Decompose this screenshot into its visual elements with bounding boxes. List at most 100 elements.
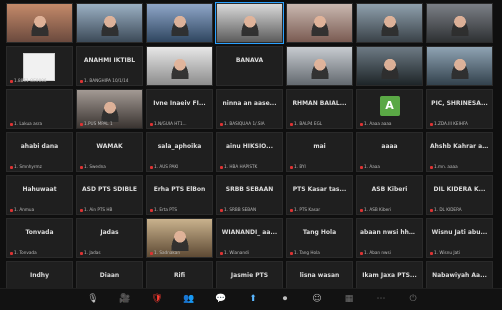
participant-tile[interactable]: Tang Hola 1. Tang Hola xyxy=(286,218,353,258)
mute-icon: 🎙 xyxy=(87,293,99,304)
participant-tile[interactable]: 1. Sadnakan xyxy=(146,218,213,258)
chat-icon: 💬 xyxy=(215,293,227,304)
participant-label: 1. Swedna xyxy=(80,164,140,169)
chat-button[interactable]: 💬 xyxy=(214,292,228,306)
muted-mic-icon xyxy=(360,165,363,169)
participant-tile[interactable]: WAMAK 1. Swedna xyxy=(76,132,143,172)
participant-name-text: 1. Wianandi xyxy=(224,250,249,255)
participant-video xyxy=(308,14,331,36)
participants-button[interactable]: 👥 xyxy=(182,292,196,306)
muted-mic-icon xyxy=(80,122,83,126)
participant-tile[interactable] xyxy=(356,3,423,43)
participant-tile[interactable]: SRBB SEBAAN 1. SRBB SEBAN xyxy=(216,175,283,215)
participant-tile[interactable] xyxy=(76,3,143,43)
participant-video xyxy=(378,14,401,36)
leave-button[interactable]: ⏻ xyxy=(406,292,420,306)
mute-button[interactable]: 🎙 xyxy=(86,292,100,306)
participant-tile[interactable] xyxy=(426,46,493,86)
participant-tile[interactable]: Jadas 1. Jadas xyxy=(76,218,143,258)
participant-tile[interactable]: DIL KIDERA K... 1. DL KIDERA xyxy=(426,175,493,215)
participant-display-name: ahabi dana xyxy=(20,143,59,150)
participant-tile[interactable] xyxy=(146,46,213,86)
participant-tile[interactable]: ahabi dana 1. Smnhyrmz xyxy=(6,132,73,172)
participant-name-text: 1. AUS PAKI xyxy=(154,164,179,169)
participant-name-text: 1. BALP4 EGL xyxy=(294,121,323,126)
participant-tile[interactable]: PIC, SHRINESA... 1.ZDA.III KEIHFA xyxy=(426,89,493,129)
participant-tile[interactable]: Erha PTS ElBon 1. Erta PTS xyxy=(146,175,213,215)
participant-label: 1. PTS Kasar xyxy=(290,207,350,212)
participant-tile[interactable]: ninna an aase... 1. BASIQUAA 1/.SIA xyxy=(216,89,283,129)
participant-tile[interactable] xyxy=(426,3,493,43)
gallery-grid: 1.8851 OE0006 ANAHMI IKTIBL 1. BANGHIPA 10… xyxy=(6,2,493,301)
participant-display-name: lisna wasan xyxy=(299,272,340,279)
participant-display-name: mai xyxy=(313,143,326,150)
participant-name-text: 1. Wisnu Jati xyxy=(434,250,460,255)
participant-tile[interactable] xyxy=(6,3,73,43)
participant-tile[interactable]: aaaa 1. Aaaa xyxy=(356,132,423,172)
participant-tile[interactable]: Wisnu Jati abu... 1. Wisnu Jati xyxy=(426,218,493,258)
participant-name-text: 1. Smnhyrmz xyxy=(14,164,42,169)
participant-tile[interactable]: sala_aphoika 1. AUS PAKI xyxy=(146,132,213,172)
participant-display-name: ainu HIKSIO... xyxy=(225,143,273,150)
participant-tile[interactable]: RHMAN BAIAL... 1. BALP4 EGL xyxy=(286,89,353,129)
participant-tile[interactable] xyxy=(286,3,353,43)
participant-video xyxy=(168,229,191,251)
participant-video xyxy=(448,57,471,79)
participant-tile[interactable]: ASB Kiberi 1. ASB Kiberi xyxy=(356,175,423,215)
participant-tile[interactable] xyxy=(146,3,213,43)
participant-label: 1. Ain PTS HB xyxy=(80,207,140,212)
participant-tile[interactable]: 1.PUS MPAL 1 xyxy=(76,89,143,129)
participant-tile[interactable]: Hahuwaat 1. Anmua xyxy=(6,175,73,215)
leave-icon: ⏻ xyxy=(409,293,417,304)
participant-tile[interactable]: 1. Lakua asra xyxy=(6,89,73,129)
participant-name-text: 1.N/GUIA HT1... xyxy=(154,121,187,126)
apps-button[interactable]: ▦ xyxy=(342,292,356,306)
participant-tile[interactable] xyxy=(286,46,353,86)
share-screen-button[interactable]: ⬆ xyxy=(246,292,260,306)
participant-label: 1. Anmua xyxy=(10,207,70,212)
participant-tile[interactable]: 1.8851 OE0006 xyxy=(6,46,73,86)
participant-name-text: 1. Swedna xyxy=(84,164,106,169)
participant-tile[interactable]: mai 1. BYI xyxy=(286,132,353,172)
more-button[interactable]: ⋯ xyxy=(374,292,388,306)
participant-display-name: ANAHMI IKTIBL xyxy=(83,57,136,64)
participant-tile[interactable]: Tonvada 1. Tonvada xyxy=(6,218,73,258)
video-button[interactable]: 🎥 xyxy=(118,292,132,306)
participant-tile[interactable]: Ivne Inaeiv FI... 1.N/GUIA HT1... xyxy=(146,89,213,129)
participant-display-name: ninna an aase... xyxy=(222,100,277,107)
participant-display-name: aaaa xyxy=(381,143,398,150)
participant-tile[interactable]: ainu HIKSIO... 1. HBA HAPISTK xyxy=(216,132,283,172)
muted-mic-icon xyxy=(430,251,433,255)
participant-tile[interactable]: ASD PTS SDIBLE 1. Ain PTS HB xyxy=(76,175,143,215)
participant-tile[interactable]: ANAHMI IKTIBL 1. BANGHIPA 10/1/14 xyxy=(76,46,143,86)
participant-tile[interactable] xyxy=(356,46,423,86)
participant-name-text: 1. Tang Hola xyxy=(294,250,320,255)
participant-tile[interactable]: PTS Kasar tas... 1. PTS Kasar xyxy=(286,175,353,215)
participant-name-text: 1. Aaaa xyxy=(364,164,380,169)
muted-mic-icon xyxy=(430,122,433,126)
video-icon: 🎥 xyxy=(119,293,131,304)
participant-label: 1. DL KIDERA xyxy=(430,207,490,212)
record-button[interactable]: ⏺ xyxy=(278,292,292,306)
muted-mic-icon xyxy=(360,122,363,126)
participant-display-name: Hahuwaat xyxy=(22,186,57,193)
participant-tile[interactable]: Ahshb Kahrar ao... 1.mn. aaaa xyxy=(426,132,493,172)
zoom-meeting-window: 1.8851 OE0006 ANAHMI IKTIBL 1. BANGHIPA 10… xyxy=(0,0,502,310)
participant-label: 1.ZDA.III KEIHFA xyxy=(430,121,490,126)
participant-tile[interactable]: abaan nwsi hhb... 1. Aban nwsi xyxy=(356,218,423,258)
muted-mic-icon xyxy=(290,208,293,212)
participant-tile[interactable]: WIANANDI_ aa... 1. Wianandi xyxy=(216,218,283,258)
participant-label: 1. SRBB SEBAN xyxy=(220,207,280,212)
participant-video xyxy=(238,14,261,36)
security-button[interactable]: 🛡 xyxy=(150,292,164,306)
participant-name-text: 1. ASB Kiberi xyxy=(364,207,392,212)
muted-mic-icon xyxy=(220,122,223,126)
participant-tile[interactable]: BANAVA xyxy=(216,46,283,86)
participant-name-text: 1. Tonvada xyxy=(14,250,37,255)
reactions-button[interactable]: ☺ xyxy=(310,292,324,306)
participant-label: 1. Wianandi xyxy=(220,250,280,255)
participant-tile[interactable] xyxy=(215,2,284,44)
participant-label: 1. BANGHIPA 10/1/14 xyxy=(80,78,140,83)
participant-name-text: 1. HBA HAPISTK xyxy=(224,164,258,169)
participant-tile[interactable]: A 1. Aaaa aaaa xyxy=(356,89,423,129)
